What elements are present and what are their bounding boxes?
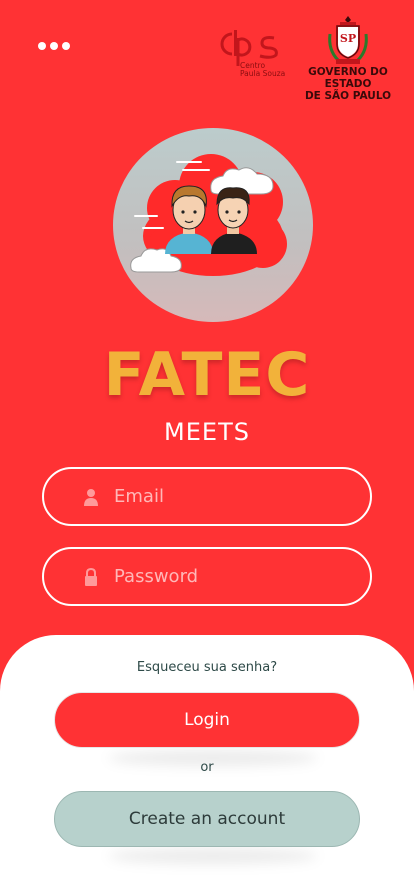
create-account-button[interactable]: Create an account	[54, 791, 360, 847]
sp-logo-text: GOVERNO DO ESTADO DE SÃO PAULO	[288, 66, 408, 102]
cps-logo-mark	[220, 30, 278, 66]
two-users-cloud-icon	[130, 154, 287, 276]
login-button[interactable]: Login	[54, 692, 360, 748]
password-input[interactable]	[114, 566, 334, 587]
cps-logo: Centro Paula Souza	[208, 26, 288, 80]
users-illustration	[113, 128, 313, 322]
menu-dot	[38, 42, 46, 50]
svg-text:SP: SP	[340, 32, 356, 45]
sp-government-logo: SP GOVERNO DO ESTADO DE SÃO PAULO	[288, 14, 408, 102]
menu-dot	[50, 42, 58, 50]
email-field[interactable]	[42, 467, 372, 526]
cps-logo-text: Centro Paula Souza	[240, 62, 285, 78]
email-input[interactable]	[114, 486, 334, 507]
forgot-password-link[interactable]: Esqueceu sua senha?	[0, 660, 414, 675]
sp-seal-icon: SP	[328, 16, 368, 64]
more-options-icon[interactable]	[38, 42, 70, 50]
cps-line2: Paula Souza	[240, 69, 286, 78]
or-separator: or	[200, 760, 214, 775]
user-icon	[84, 488, 98, 506]
app-title: FATEC	[103, 340, 311, 410]
password-field[interactable]	[42, 547, 372, 606]
menu-dot	[62, 42, 70, 50]
create-account-shadow	[108, 848, 318, 864]
app-subtitle: MEETS	[164, 418, 250, 446]
sp-line1: GOVERNO DO ESTADO	[308, 66, 388, 90]
sp-line2: DE SÃO PAULO	[304, 90, 392, 102]
lock-icon	[85, 567, 97, 586]
